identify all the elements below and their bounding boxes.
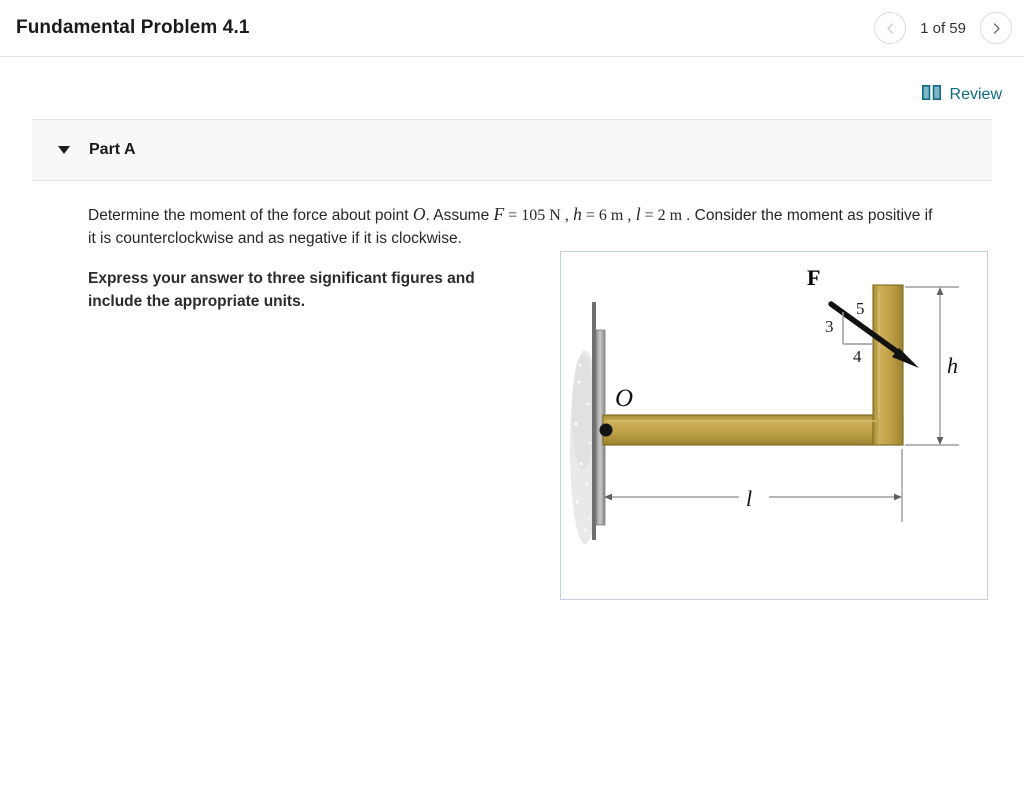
- height-value: 6 m: [598, 207, 624, 224]
- point-o-label: O: [615, 385, 633, 412]
- top-header-bar: Fundamental Problem 4.1 1 of 59: [0, 0, 1024, 57]
- pin-support-dot: [599, 423, 613, 437]
- force-label: F: [807, 265, 820, 290]
- length-label: l: [746, 486, 752, 511]
- length-equals: =: [644, 207, 654, 224]
- problem-navigation: 1 of 59: [874, 12, 1012, 44]
- review-row: Review: [0, 57, 1024, 119]
- review-label: Review: [949, 86, 1002, 103]
- chevron-left-icon: [884, 22, 897, 35]
- length-dimension: [603, 449, 903, 522]
- figure-diagram: O F 3 5 4 h l: [570, 265, 959, 544]
- bracket-horizontal-arm: [602, 414, 904, 446]
- review-link[interactable]: Review: [921, 85, 1002, 105]
- triangle-hypotenuse-label: 5: [856, 299, 865, 318]
- problem-content: Determine the moment of the force about …: [0, 202, 1024, 600]
- part-a-header[interactable]: Part A: [32, 119, 992, 181]
- chevron-down-icon[interactable]: [58, 146, 70, 154]
- problem-figure: O F 3 5 4 h l: [560, 251, 988, 600]
- force-symbol: F: [493, 204, 505, 224]
- bracket-vertical-arm: [872, 284, 904, 446]
- force-value: 105 N: [521, 207, 561, 224]
- point-o-symbol: O: [412, 204, 426, 224]
- statement-segment-2: . Assume: [425, 207, 494, 224]
- chevron-right-icon: [990, 22, 1003, 35]
- next-problem-button[interactable]: [980, 12, 1012, 44]
- triangle-horizontal-label: 4: [853, 347, 862, 366]
- book-icon: [921, 85, 941, 105]
- height-equals: =: [585, 207, 595, 224]
- triangle-vertical-label: 3: [825, 317, 834, 336]
- part-a-label: Part A: [89, 141, 136, 158]
- page-title: Fundamental Problem 4.1: [16, 17, 250, 38]
- answer-instruction: Express your answer to three significant…: [88, 270, 475, 310]
- problem-counter: 1 of 59: [920, 19, 966, 37]
- previous-problem-button[interactable]: [874, 12, 907, 44]
- height-label: h: [947, 353, 958, 378]
- length-value: 2 m: [657, 207, 683, 224]
- problem-statement: Determine the moment of the force about …: [88, 202, 938, 250]
- statement-segment-1: Determine the moment of the force about …: [88, 207, 413, 224]
- height-symbol: h: [573, 204, 582, 224]
- force-equals: =: [508, 207, 518, 224]
